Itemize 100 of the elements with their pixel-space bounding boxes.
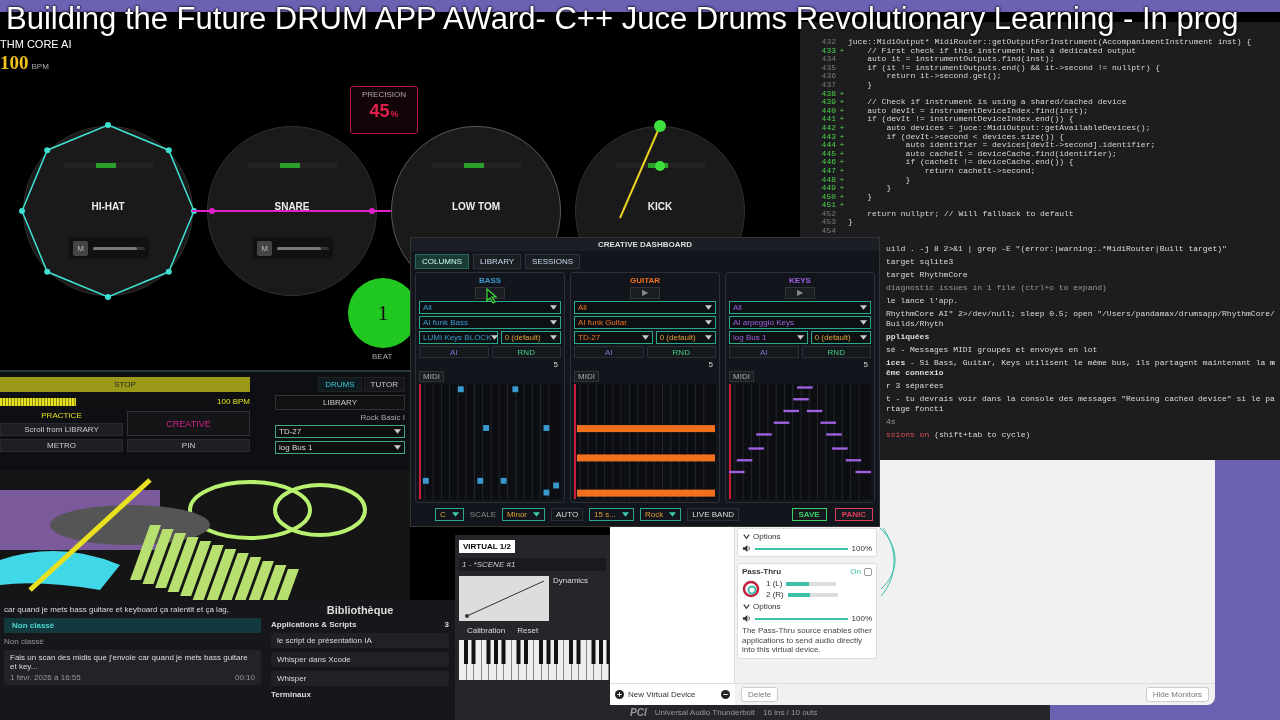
- creative-button[interactable]: CREATIVE: [127, 411, 250, 436]
- terminal-line: le lance l'app.: [886, 295, 959, 306]
- options-toggle[interactable]: Options: [753, 602, 781, 611]
- tempo-value: 100: [0, 52, 29, 74]
- bottom-dropdown[interactable]: 15 s...: [589, 508, 634, 521]
- library-item[interactable]: le script de présentation IA: [271, 633, 449, 648]
- mute-button[interactable]: M: [73, 240, 88, 256]
- bottom-dropdown[interactable]: C: [435, 508, 464, 521]
- scene-selector[interactable]: 1 - *SCENE #1: [459, 558, 606, 571]
- passthru-logo-icon: [742, 580, 760, 598]
- scale-label: SCALE: [469, 510, 496, 519]
- random-button[interactable]: RND: [801, 346, 871, 358]
- midi-button[interactable]: MIDI: [574, 371, 599, 382]
- dashboard-tab[interactable]: COLUMNS: [415, 254, 469, 269]
- line-number: 440: [820, 106, 836, 116]
- options-toggle[interactable]: Options: [753, 532, 781, 541]
- midi-button[interactable]: MIDI: [419, 371, 444, 382]
- action-button[interactable]: PANIC: [834, 508, 873, 521]
- caret-icon: [451, 512, 459, 517]
- remove-icon[interactable]: [721, 690, 730, 699]
- library-item[interactable]: Whisper dans Xcode: [271, 652, 449, 667]
- volume-slider[interactable]: [755, 617, 848, 620]
- play-button[interactable]: ▶: [630, 287, 660, 299]
- mode-tab[interactable]: DRUMS: [318, 377, 362, 392]
- stop-button[interactable]: STOP: [0, 377, 250, 392]
- terminal-line: 4s: [886, 416, 897, 427]
- library-button[interactable]: LIBRARY: [275, 395, 405, 410]
- power-checkbox[interactable]: [864, 567, 872, 576]
- dashboard-tab[interactable]: LIBRARY: [473, 254, 522, 269]
- diff-marker: +: [838, 106, 846, 116]
- chevron-icon: [742, 602, 751, 611]
- code-line: return cacheIt->second;: [924, 166, 1036, 176]
- virtual-tab[interactable]: VIRTUAL 1/2: [459, 540, 515, 553]
- action-button[interactable]: SAVE: [791, 508, 827, 521]
- channel-dropdown[interactable]: 0 (default): [500, 331, 561, 344]
- drum-pad[interactable]: SNARE M: [207, 126, 377, 296]
- mute-button[interactable]: M: [257, 240, 272, 256]
- instrument-name: GUITAR: [628, 276, 662, 285]
- diff-marker: +: [838, 158, 846, 167]
- recording-duration: 00:10: [234, 673, 255, 682]
- delete-button[interactable]: Delete: [741, 687, 779, 702]
- line-number: 449: [820, 184, 836, 193]
- terminal-line: diagnostic issues in 1 file (ctrl+o to expand): [886, 282, 1108, 293]
- mode-tab[interactable]: TUTOR: [363, 377, 405, 392]
- terminal-line: target sqlite3: [886, 256, 955, 267]
- line-number: 435: [820, 63, 836, 73]
- instrument-name: KEYS: [788, 276, 812, 285]
- drum-pad[interactable]: HI-HAT M: [23, 126, 193, 296]
- channel-dropdown[interactable]: 0 (default): [810, 331, 871, 344]
- channel-dropdown[interactable]: 0 (default): [655, 331, 716, 344]
- style-dropdown[interactable]: AI funk Bass: [419, 316, 561, 329]
- mode-button[interactable]: AUTO: [551, 508, 584, 521]
- line-number: 447: [820, 166, 836, 176]
- terminal-line: r 3 séparées: [886, 380, 945, 391]
- category-item[interactable]: Non classé: [4, 618, 261, 633]
- caret-icon: [394, 429, 401, 434]
- add-icon[interactable]: [615, 690, 624, 699]
- midi-button[interactable]: MIDI: [729, 371, 754, 382]
- ai-button[interactable]: AI: [574, 346, 644, 358]
- bpm-readout: 100 BPM: [217, 397, 250, 406]
- plugin-button[interactable]: Reset: [517, 626, 539, 635]
- bottom-dropdown[interactable]: Minor: [502, 508, 546, 521]
- device-dropdown[interactable]: log Bus 1: [275, 441, 405, 454]
- ai-button[interactable]: AI: [729, 346, 799, 358]
- device-dropdown[interactable]: TD-27: [275, 425, 405, 438]
- recording-item[interactable]: Fais un scan des midis que j'envoie car quand je mets bass guitare et key... 1 févr. 2026 à 16:55 00:10: [4, 650, 261, 685]
- tempo-unit: BPM: [31, 62, 49, 71]
- caret-icon: [860, 305, 867, 310]
- library-item[interactable]: Whisper: [271, 671, 449, 686]
- pattern-dropdown[interactable]: All: [574, 301, 716, 314]
- random-button[interactable]: RND: [646, 346, 716, 358]
- diff-marker: +: [838, 201, 846, 210]
- metro-button[interactable]: METRO: [0, 439, 123, 452]
- style-dropdown[interactable]: AI arpeggio Keys: [729, 316, 871, 329]
- line-number: 454: [820, 227, 836, 236]
- bottom-dropdown[interactable]: Rock: [639, 508, 682, 521]
- pattern-dropdown[interactable]: All: [419, 301, 561, 314]
- pattern-dropdown[interactable]: All: [729, 301, 871, 314]
- device-dropdown[interactable]: TD-27: [574, 331, 653, 344]
- plugin-button[interactable]: Calibration: [467, 626, 506, 635]
- library-scroll-button[interactable]: Scroll from LIBRARY: [0, 423, 123, 436]
- section-heading: Non classé: [4, 637, 45, 646]
- dashboard-tab[interactable]: SESSIONS: [525, 254, 580, 269]
- volume-slider[interactable]: [93, 246, 145, 250]
- device-dropdown[interactable]: LUMI Keys BLOCK: [419, 331, 498, 344]
- play-button[interactable]: ▶: [785, 287, 815, 299]
- style-dropdown[interactable]: AI funk Guitar: [574, 316, 716, 329]
- pin-button[interactable]: PIN: [127, 439, 250, 452]
- volume-slider[interactable]: [755, 547, 848, 550]
- diff-marker: +: [838, 149, 846, 159]
- volume-slider[interactable]: [277, 246, 329, 250]
- random-button[interactable]: RND: [491, 346, 561, 358]
- mode-button[interactable]: LIVE BAND: [687, 508, 739, 521]
- code-line: if (devIt->second < devices.size()) {: [885, 132, 1065, 141]
- device-dropdown[interactable]: log Bus 1: [729, 331, 808, 344]
- caret-icon: [669, 512, 677, 517]
- variation-value: 5: [863, 360, 868, 369]
- code-line: }: [866, 80, 872, 90]
- ai-button[interactable]: AI: [419, 346, 489, 358]
- hide-monitors-button[interactable]: Hide Monitors: [1145, 687, 1209, 702]
